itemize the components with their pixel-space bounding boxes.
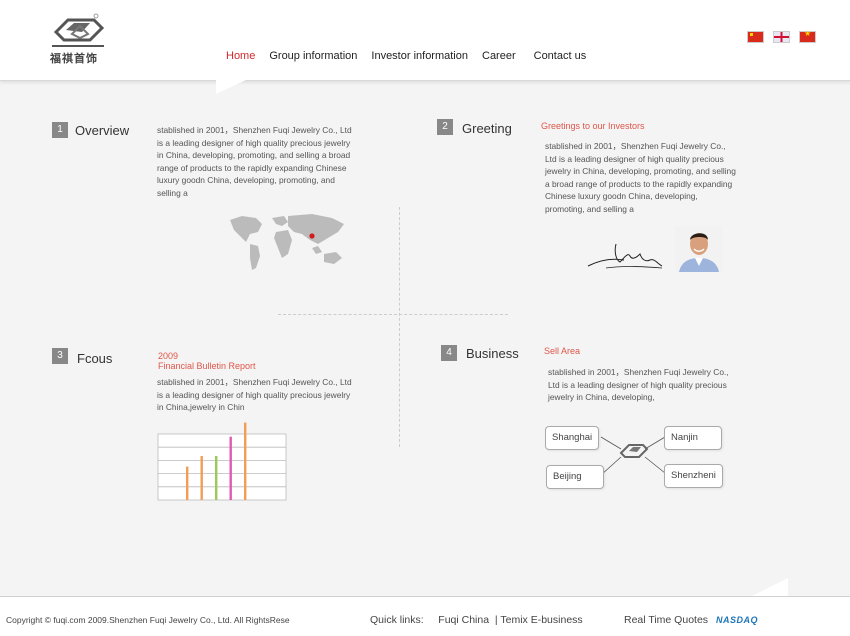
focus-title[interactable]: Fcous	[77, 351, 112, 366]
section-number-1: 1	[52, 122, 68, 138]
link-temix-ebusiness[interactable]: Temix E-business	[500, 614, 582, 626]
nav-group-information[interactable]: Group information	[269, 50, 357, 62]
main-nav: Home Group information Investor informat…	[226, 50, 600, 62]
city-shanghai[interactable]: Shanghai	[545, 426, 600, 450]
language-flags	[747, 29, 816, 43]
chart-frame	[157, 433, 287, 501]
nav-investor-information[interactable]: Investor information	[371, 50, 468, 62]
quick-links: Quick links: Fuqi China | Temix E-busine…	[370, 614, 583, 626]
signature-image	[587, 243, 663, 269]
copyright-text: Copyright © fuqi.com 2009.Shenzhen Fuqi …	[6, 615, 290, 625]
overview-title[interactable]: Overview	[75, 123, 129, 138]
business-title[interactable]: Business	[466, 346, 519, 361]
financial-bar-chart	[157, 422, 287, 501]
section-number-2: 2	[437, 119, 453, 135]
nav-career[interactable]: Career	[482, 50, 516, 62]
link-separator: |	[494, 614, 498, 626]
chart-bar-3	[215, 456, 218, 500]
nav-contact-us[interactable]: Contact us	[534, 50, 587, 62]
logo-text: 福祺首饰	[50, 52, 98, 65]
nasdaq-logo[interactable]: NASDAQ	[716, 615, 758, 625]
focus-subtitle[interactable]: Financial Bulletin Report	[158, 361, 256, 371]
link-fuqi-china[interactable]: Fuqi China	[438, 614, 489, 626]
horizontal-divider	[278, 314, 508, 315]
header-notch	[216, 80, 246, 94]
vertical-divider	[399, 207, 400, 447]
section-number-4: 4	[441, 345, 457, 361]
uk-flag-icon[interactable]	[773, 31, 790, 43]
quick-links-label: Quick links:	[370, 614, 424, 626]
ceo-portrait-image	[675, 226, 723, 272]
footer-notch	[752, 578, 788, 596]
chart-bar-5	[244, 422, 247, 500]
focus-year: 2009	[158, 351, 179, 361]
city-beijing[interactable]: Beijing	[546, 465, 604, 489]
world-map-icon	[230, 214, 344, 270]
business-text: stablished in 2001，Shenzhen Fuqi Jewelry…	[548, 367, 729, 402]
city-shenzheni[interactable]: Shenzheni	[664, 464, 723, 488]
section-number-3: 3	[52, 348, 68, 364]
greeting-title[interactable]: Greeting	[462, 121, 512, 136]
chart-bar-2	[200, 456, 203, 500]
china-flag-icon[interactable]	[747, 31, 764, 43]
overview-text: stablished in 2001，Shenzhen Fuqi Jewelry…	[157, 125, 352, 198]
focus-text: stablished in 2001，Shenzhen Fuqi Jewelry…	[157, 377, 352, 412]
chart-bar-1	[186, 466, 189, 500]
site-header: 福祺首饰 Home Group information Investor inf…	[0, 0, 850, 81]
business-subtitle[interactable]: Sell Area	[544, 346, 580, 356]
city-nanjin[interactable]: Nanjin	[664, 426, 722, 450]
real-time-quotes-label[interactable]: Real Time Quotes	[624, 614, 708, 626]
chart-bar-4	[229, 436, 232, 500]
greeting-text: stablished in 2001，Shenzhen Fuqi Jewelry…	[545, 141, 736, 214]
nav-home[interactable]: Home	[226, 50, 255, 62]
greeting-subtitle[interactable]: Greetings to our Investors	[541, 121, 645, 131]
vietnam-flag-icon[interactable]	[799, 29, 816, 43]
